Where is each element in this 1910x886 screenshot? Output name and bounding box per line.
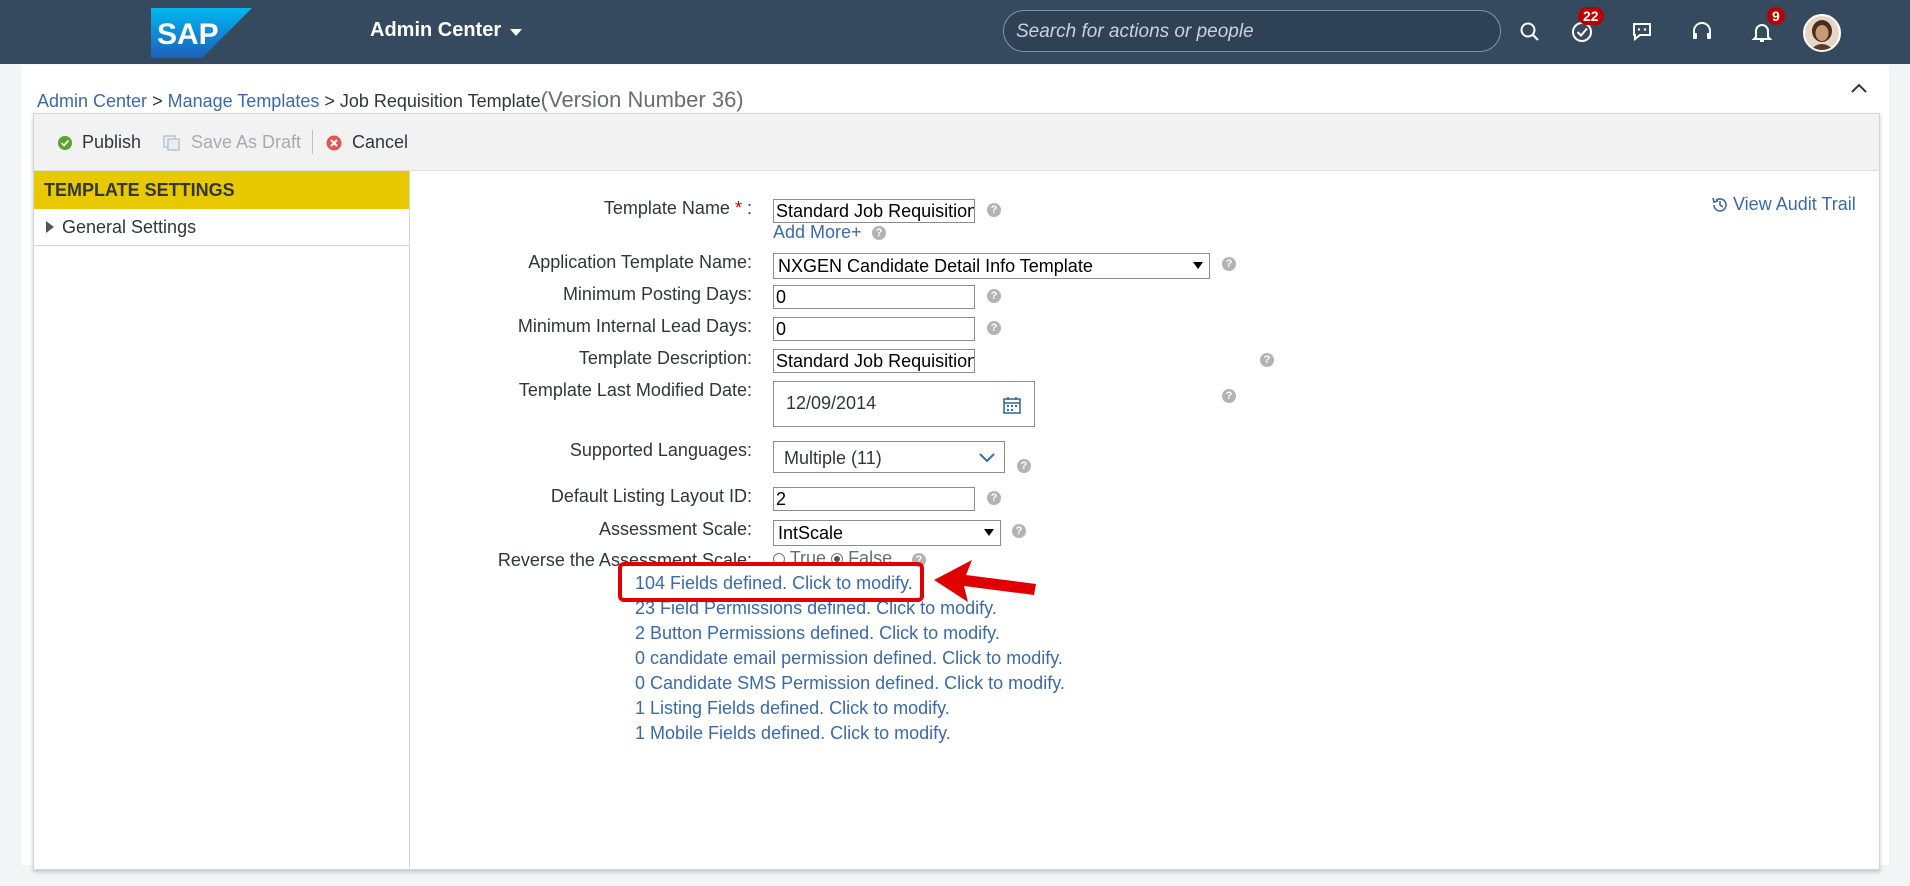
chevron-up-icon[interactable] xyxy=(1847,77,1871,101)
min-lead-days-input[interactable]: 0 xyxy=(773,317,975,341)
app-title: Admin Center xyxy=(370,19,502,41)
default-layout-id-label: Default Listing Layout ID: xyxy=(550,486,752,506)
last-modified-date-label: Template Last Modified Date: xyxy=(518,380,752,400)
template-name-label: Template Name * : xyxy=(603,198,752,218)
chevron-down-icon xyxy=(979,453,995,463)
help-icon[interactable]: ? xyxy=(1012,524,1026,538)
sidebar-header: TEMPLATE SETTINGS xyxy=(34,171,409,209)
breadcrumb-manage-templates[interactable]: Manage Templates xyxy=(168,91,320,111)
mobile-fields-link[interactable]: 1 Mobile Fields defined. Click to modify… xyxy=(635,723,951,744)
assessment-scale-label: Assessment Scale: xyxy=(598,519,752,539)
help-icon[interactable]: ? xyxy=(1222,257,1236,271)
calendar-icon[interactable] xyxy=(1002,395,1022,415)
breadcrumb-admin-center[interactable]: Admin Center xyxy=(37,91,147,111)
search-icon[interactable] xyxy=(1514,16,1546,48)
feedback-icon[interactable] xyxy=(1626,16,1658,48)
help-icon[interactable]: ? xyxy=(987,203,1001,217)
default-layout-id-input[interactable]: 2 xyxy=(773,487,975,511)
publish-label: Publish xyxy=(82,132,142,152)
sap-logo[interactable]: SAP xyxy=(151,8,252,58)
notification-badge: 9 xyxy=(1767,7,1785,25)
min-posting-days-label: Minimum Posting Days: xyxy=(562,284,752,304)
cancel-button[interactable]: Cancel xyxy=(326,132,408,153)
chevron-down-icon xyxy=(984,529,994,536)
template-description-label: Template Description: xyxy=(578,348,752,368)
help-icon[interactable]: ? xyxy=(987,289,1001,303)
min-lead-days-label: Minimum Internal Lead Days: xyxy=(517,316,752,336)
help-icon[interactable]: ? xyxy=(872,226,886,240)
toolbar-divider xyxy=(312,130,313,154)
view-audit-trail-link[interactable]: View Audit Trail xyxy=(1711,194,1856,215)
settings-sidebar: TEMPLATE SETTINGS General Settings xyxy=(34,171,410,868)
page-content: Admin Center > Manage Templates > Job Re… xyxy=(21,65,1889,870)
save-as-draft-button[interactable]: Save As Draft xyxy=(163,132,301,153)
app-template-value: NXGEN Candidate Detail Info Template xyxy=(778,256,1093,276)
help-icon[interactable]: ? xyxy=(1017,459,1031,473)
assessment-scale-select[interactable]: IntScale xyxy=(773,520,1001,546)
help-icon[interactable]: ? xyxy=(987,491,1001,505)
chevron-down-icon xyxy=(510,28,523,36)
search-input[interactable]: Search for actions or people xyxy=(1003,10,1501,52)
view-audit-trail-label: View Audit Trail xyxy=(1733,194,1856,214)
expand-icon[interactable] xyxy=(46,221,54,233)
save-as-draft-label: Save As Draft xyxy=(191,132,302,152)
last-modified-date-value: 12/09/2014 xyxy=(786,393,877,413)
help-icon[interactable]: ? xyxy=(1222,389,1236,403)
candidate-email-permission-link[interactable]: 0 candidate email permission defined. Cl… xyxy=(635,648,1063,669)
template-description-input[interactable]: Standard Job Requisition xyxy=(773,349,975,373)
required-mark: * xyxy=(734,198,742,218)
breadcrumb-separator: > xyxy=(147,91,168,111)
toolbar: Publish Save As Draft Cancel xyxy=(34,114,1879,171)
add-more-link[interactable]: Add More+ xyxy=(773,222,862,243)
button-permissions-link[interactable]: 2 Button Permissions defined. Click to m… xyxy=(635,623,1000,644)
supported-languages-label: Supported Languages: xyxy=(569,440,752,460)
last-modified-date-field[interactable]: 12/09/2014 xyxy=(773,381,1035,427)
annotation-arrow-icon xyxy=(934,560,1036,602)
template-name-input[interactable]: Standard Job Requisition xyxy=(773,199,975,223)
cancel-label: Cancel xyxy=(352,132,409,152)
version-number: (Version Number 36) xyxy=(540,87,744,112)
copy-icon xyxy=(163,134,180,151)
breadcrumb: Admin Center > Manage Templates > Job Re… xyxy=(37,87,744,113)
candidate-sms-permission-link[interactable]: 0 Candidate SMS Permission defined. Clic… xyxy=(635,673,1065,694)
template-panel: Publish Save As Draft Cancel TEMPLATE SE… xyxy=(33,113,1880,870)
app-template-select[interactable]: NXGEN Candidate Detail Info Template xyxy=(773,253,1210,279)
app-template-label: Application Template Name: xyxy=(528,252,752,272)
chevron-down-icon xyxy=(1193,262,1203,269)
annotation-highlight-box xyxy=(618,562,924,602)
todo-badge: 22 xyxy=(1578,7,1604,25)
shell-bar: SAP Admin Center Search for actions or p… xyxy=(0,0,1910,64)
admin-center-menu[interactable]: Admin Center xyxy=(370,19,523,42)
history-icon xyxy=(1712,197,1727,212)
min-posting-days-input[interactable]: 0 xyxy=(773,285,975,309)
headset-icon[interactable] xyxy=(1686,16,1718,48)
search-placeholder: Search for actions or people xyxy=(1016,21,1254,42)
help-icon[interactable]: ? xyxy=(987,321,1001,335)
listing-fields-link[interactable]: 1 Listing Fields defined. Click to modif… xyxy=(635,698,950,719)
sidebar-item-general-settings[interactable]: General Settings xyxy=(34,209,409,246)
assessment-scale-value: IntScale xyxy=(778,523,844,543)
supported-languages-value: Multiple (11) xyxy=(784,448,882,468)
breadcrumb-separator: > xyxy=(319,91,340,111)
help-icon[interactable]: ? xyxy=(1260,353,1274,367)
sidebar-item-label: General Settings xyxy=(62,217,197,237)
breadcrumb-current: Job Requisition Template xyxy=(339,91,541,111)
cancel-icon xyxy=(326,135,342,150)
check-circle-icon xyxy=(58,135,72,150)
avatar[interactable] xyxy=(1803,14,1841,52)
publish-button[interactable]: Publish xyxy=(58,132,141,153)
svg-text:SAP: SAP xyxy=(157,18,219,51)
supported-languages-select[interactable]: Multiple (11) xyxy=(773,441,1005,473)
